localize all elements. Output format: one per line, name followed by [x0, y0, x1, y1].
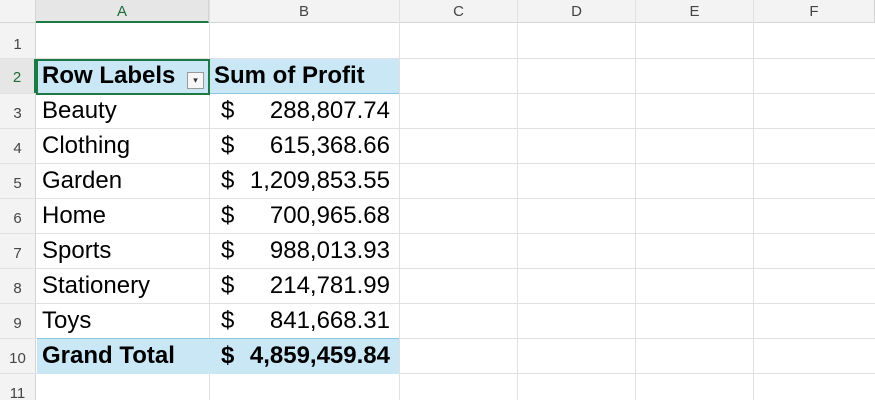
currency-symbol: $	[221, 237, 235, 264]
currency-symbol: $	[221, 132, 235, 159]
column-header-f[interactable]: F	[754, 0, 875, 23]
row-header-8[interactable]: 8	[0, 269, 36, 304]
pivot-total-border	[37, 338, 399, 339]
spreadsheet-grid[interactable]: A B C D E F 1 2 3 4 5 6 7 8 9 10 11 Row …	[0, 0, 875, 402]
pivot-value[interactable]: 988,013.93	[270, 237, 390, 265]
currency-symbol: $	[221, 272, 235, 299]
gridline	[0, 303, 875, 304]
column-header-e[interactable]: E	[636, 0, 754, 23]
gridline	[0, 233, 875, 234]
pivot-value[interactable]: 841,668.31	[270, 307, 390, 335]
gridline	[0, 198, 875, 199]
gridline	[0, 268, 875, 269]
pivot-value[interactable]: 615,368.66	[270, 132, 390, 160]
grand-total-value[interactable]: 4,859,459.84	[250, 342, 390, 370]
column-header-d[interactable]: D	[518, 0, 636, 23]
gridline	[635, 0, 636, 400]
pivot-row-label[interactable]: Toys	[42, 307, 91, 335]
currency-symbol: $	[221, 202, 235, 229]
currency-symbol: $	[221, 97, 235, 124]
select-all-corner[interactable]	[0, 0, 36, 23]
row-header-3[interactable]: 3	[0, 94, 36, 129]
pivot-value[interactable]: 288,807.74	[270, 97, 390, 125]
row-header-11[interactable]: 11	[0, 374, 36, 402]
row-header-4[interactable]: 4	[0, 129, 36, 164]
gridline	[399, 0, 400, 400]
row-header-10[interactable]: 10	[0, 339, 36, 374]
gridline	[753, 0, 754, 400]
row-header-9[interactable]: 9	[0, 304, 36, 339]
pivot-value[interactable]: 214,781.99	[270, 272, 390, 300]
currency-symbol: $	[221, 167, 235, 194]
pivot-row-label[interactable]: Beauty	[42, 97, 117, 125]
grand-total-label[interactable]: Grand Total	[42, 342, 175, 370]
column-header-c[interactable]: C	[400, 0, 518, 23]
pivot-row-label[interactable]: Home	[42, 202, 106, 230]
gridline	[0, 163, 875, 164]
row-header-6[interactable]: 6	[0, 199, 36, 234]
currency-symbol: $	[221, 307, 235, 334]
pivot-row-label[interactable]: Garden	[42, 167, 122, 195]
row-header-7[interactable]: 7	[0, 234, 36, 269]
column-header-a[interactable]: A	[36, 0, 209, 23]
gridline	[0, 128, 875, 129]
row-header-2[interactable]: 2	[0, 59, 36, 94]
pivot-row-label[interactable]: Clothing	[42, 132, 130, 160]
currency-symbol: $	[221, 342, 235, 369]
row-header-5[interactable]: 5	[0, 164, 36, 199]
pivot-row-label[interactable]: Stationery	[42, 272, 150, 300]
column-header-b[interactable]: B	[209, 0, 400, 23]
active-cell-selection	[36, 59, 210, 95]
pivot-value[interactable]: 700,965.68	[270, 202, 390, 230]
gridline	[517, 0, 518, 400]
row-header-1[interactable]: 1	[0, 23, 36, 59]
pivot-value-header[interactable]: Sum of Profit	[214, 62, 365, 90]
pivot-value[interactable]: 1,209,853.55	[250, 167, 390, 195]
pivot-row-label[interactable]: Sports	[42, 237, 111, 265]
